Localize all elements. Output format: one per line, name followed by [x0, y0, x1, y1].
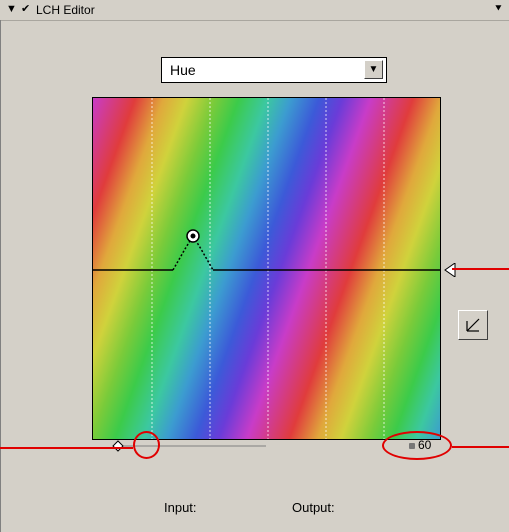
annotation-line — [452, 268, 509, 270]
panel-titlebar: ▼ ✔ LCH Editor ⯆ — [0, 0, 509, 21]
slider-handle-icon — [112, 440, 124, 452]
collapse-triangle-icon[interactable]: ▼ — [6, 3, 17, 15]
menu-arrow-icon[interactable]: ⯆ — [494, 3, 503, 15]
input-label: Input: — [164, 500, 197, 515]
panel-left-border — [0, 20, 1, 532]
output-handle-icon[interactable] — [444, 263, 456, 277]
chevron-down-icon[interactable]: ▼ — [364, 60, 383, 79]
reset-curve-button[interactable] — [458, 310, 488, 340]
annotation-ellipse — [382, 431, 452, 460]
corner-arrow-icon — [466, 318, 480, 332]
annotation-ellipse — [133, 431, 160, 459]
channel-select-value: Hue — [170, 62, 196, 78]
control-point-center — [190, 233, 196, 239]
checkmark-icon[interactable]: ✔ — [21, 3, 30, 15]
annotation-line — [452, 446, 509, 448]
hue-curve-graph[interactable] — [92, 97, 441, 440]
graph-overlay — [93, 98, 440, 439]
output-label: Output: — [292, 500, 335, 515]
channel-select[interactable]: Hue ▼ — [161, 57, 387, 83]
annotation-line — [0, 447, 133, 449]
panel-title: LCH Editor — [36, 3, 95, 17]
